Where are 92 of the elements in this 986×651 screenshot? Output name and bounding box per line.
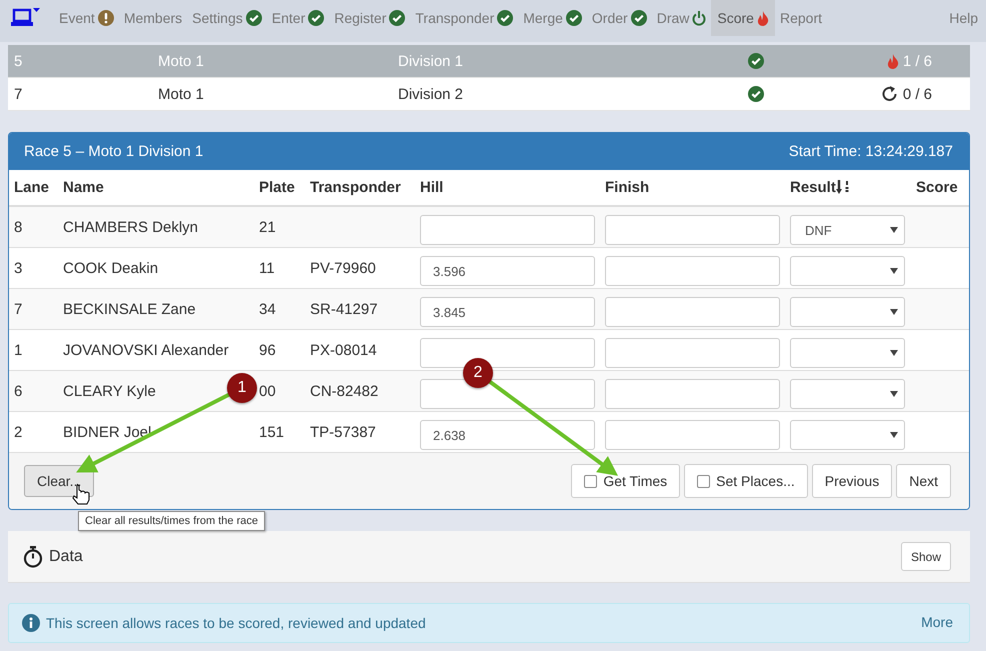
lane-cell: 6 <box>14 382 22 400</box>
plate-cell: 96 <box>259 342 276 358</box>
section-title: Data <box>49 548 83 566</box>
check-icon <box>630 10 647 26</box>
checkbox[interactable] <box>584 474 598 488</box>
division-name: Division 1 <box>398 52 464 70</box>
panel-title: Race 5 – Moto 1 Division 1 <box>24 143 204 160</box>
stopwatch-icon <box>23 546 43 568</box>
flame-icon <box>756 10 769 26</box>
check-icon <box>246 10 262 26</box>
transponder-cell: SR-41297 <box>310 300 378 318</box>
power-icon <box>692 10 706 26</box>
lane-cell: 3 <box>14 260 22 276</box>
check-icon <box>748 53 764 69</box>
check-icon <box>389 10 406 26</box>
toggle-button[interactable]: Get Times <box>571 464 680 498</box>
check-icon <box>748 86 764 102</box>
lane-cell: 7 <box>14 300 22 318</box>
transponder-cell: PV-79960 <box>310 260 376 276</box>
transponder-cell: PX-08014 <box>310 342 377 358</box>
column-header[interactable]: Hill <box>420 179 605 196</box>
hill-time-field[interactable]: 3.845 <box>420 297 595 327</box>
hill-time-field[interactable] <box>420 215 595 245</box>
progress-count: 0 / 6 <box>902 86 932 102</box>
lane-cell: 8 <box>14 218 22 236</box>
moto-name: Moto 1 <box>158 52 205 70</box>
result-dropdown[interactable] <box>790 338 905 368</box>
name-cell: CHAMBERS Deklyn <box>63 218 198 236</box>
plate-cell: 21 <box>259 218 276 236</box>
result-dropdown[interactable] <box>790 297 905 327</box>
plate-cell: 00 <box>259 382 276 400</box>
caret-icon <box>890 309 898 315</box>
plate-cell: 34 <box>259 300 276 318</box>
check-icon <box>308 10 324 26</box>
race-number: 7 <box>14 86 24 102</box>
caret-icon <box>890 350 898 356</box>
caret-icon <box>890 227 898 233</box>
column-header[interactable]: Lane <box>14 179 63 196</box>
column-header[interactable]: Transponder <box>310 179 420 196</box>
nav-button[interactable]: Next <box>896 464 951 498</box>
info-icon <box>22 614 40 632</box>
name-cell: COOK Deakin <box>63 260 158 276</box>
caret-icon <box>890 268 898 274</box>
sort-icon <box>836 178 850 196</box>
refresh-icon <box>880 85 899 103</box>
hill-time-field[interactable] <box>420 379 595 409</box>
check-icon <box>566 10 582 26</box>
transponder-cell: TP-57387 <box>310 424 376 440</box>
column-header[interactable]: Finish <box>605 179 790 196</box>
result-dropdown[interactable] <box>790 256 905 286</box>
lane-cell: 1 <box>14 342 22 358</box>
progress-count: 1 / 6 <box>902 52 932 70</box>
finish-time-field[interactable] <box>605 379 780 409</box>
column-header[interactable]: Result <box>790 178 916 196</box>
finish-time-field[interactable] <box>605 215 780 245</box>
nav-tab[interactable]: Score <box>711 0 775 36</box>
hill-time-field[interactable]: 3.596 <box>420 256 595 286</box>
lane-cell: 2 <box>14 424 22 440</box>
plate-cell: 151 <box>259 424 284 440</box>
check-icon <box>497 10 514 26</box>
transponder-cell: CN-82482 <box>310 382 378 400</box>
name-cell: BECKINSALE Zane <box>63 300 196 318</box>
nav-button[interactable]: Previous <box>812 464 892 498</box>
toggle-button[interactable]: Set Places... <box>684 464 808 498</box>
tooltip: Clear all results/times from the race <box>78 511 265 531</box>
more-link[interactable]: More <box>921 614 953 630</box>
moto-name: Moto 1 <box>158 86 205 102</box>
result-dropdown[interactable]: DNF <box>790 215 905 245</box>
race-number: 5 <box>14 52 24 70</box>
plate-cell: 11 <box>259 260 275 276</box>
caret-icon <box>890 432 898 438</box>
finish-time-field[interactable] <box>605 338 780 368</box>
hill-time-field[interactable]: 2.638 <box>420 420 595 450</box>
finish-time-field[interactable] <box>605 297 780 327</box>
name-cell: JOVANOVSKI Alexander <box>63 342 229 358</box>
result-dropdown[interactable] <box>790 420 905 450</box>
caret-icon <box>890 391 898 397</box>
flame-icon <box>886 54 899 68</box>
name-cell: CLEARY Kyle <box>63 382 156 400</box>
result-dropdown[interactable] <box>790 379 905 409</box>
start-time: Start Time: 13:24:29.187 <box>788 143 953 160</box>
column-header[interactable]: Score <box>916 179 969 196</box>
warning-icon <box>98 10 114 26</box>
show-button[interactable]: Show <box>900 542 951 571</box>
finish-time-field[interactable] <box>605 420 780 450</box>
column-header[interactable]: Plate <box>259 179 310 196</box>
division-name: Division 2 <box>398 86 464 102</box>
checkbox[interactable] <box>697 474 710 488</box>
info-message: This screen allows races to be scored, reviewed and updated <box>46 615 426 631</box>
race-row[interactable]: 7 Moto 1 Division 2 0 / 6 <box>8 78 970 111</box>
column-header[interactable]: Name <box>63 179 259 196</box>
finish-time-field[interactable] <box>605 256 780 286</box>
